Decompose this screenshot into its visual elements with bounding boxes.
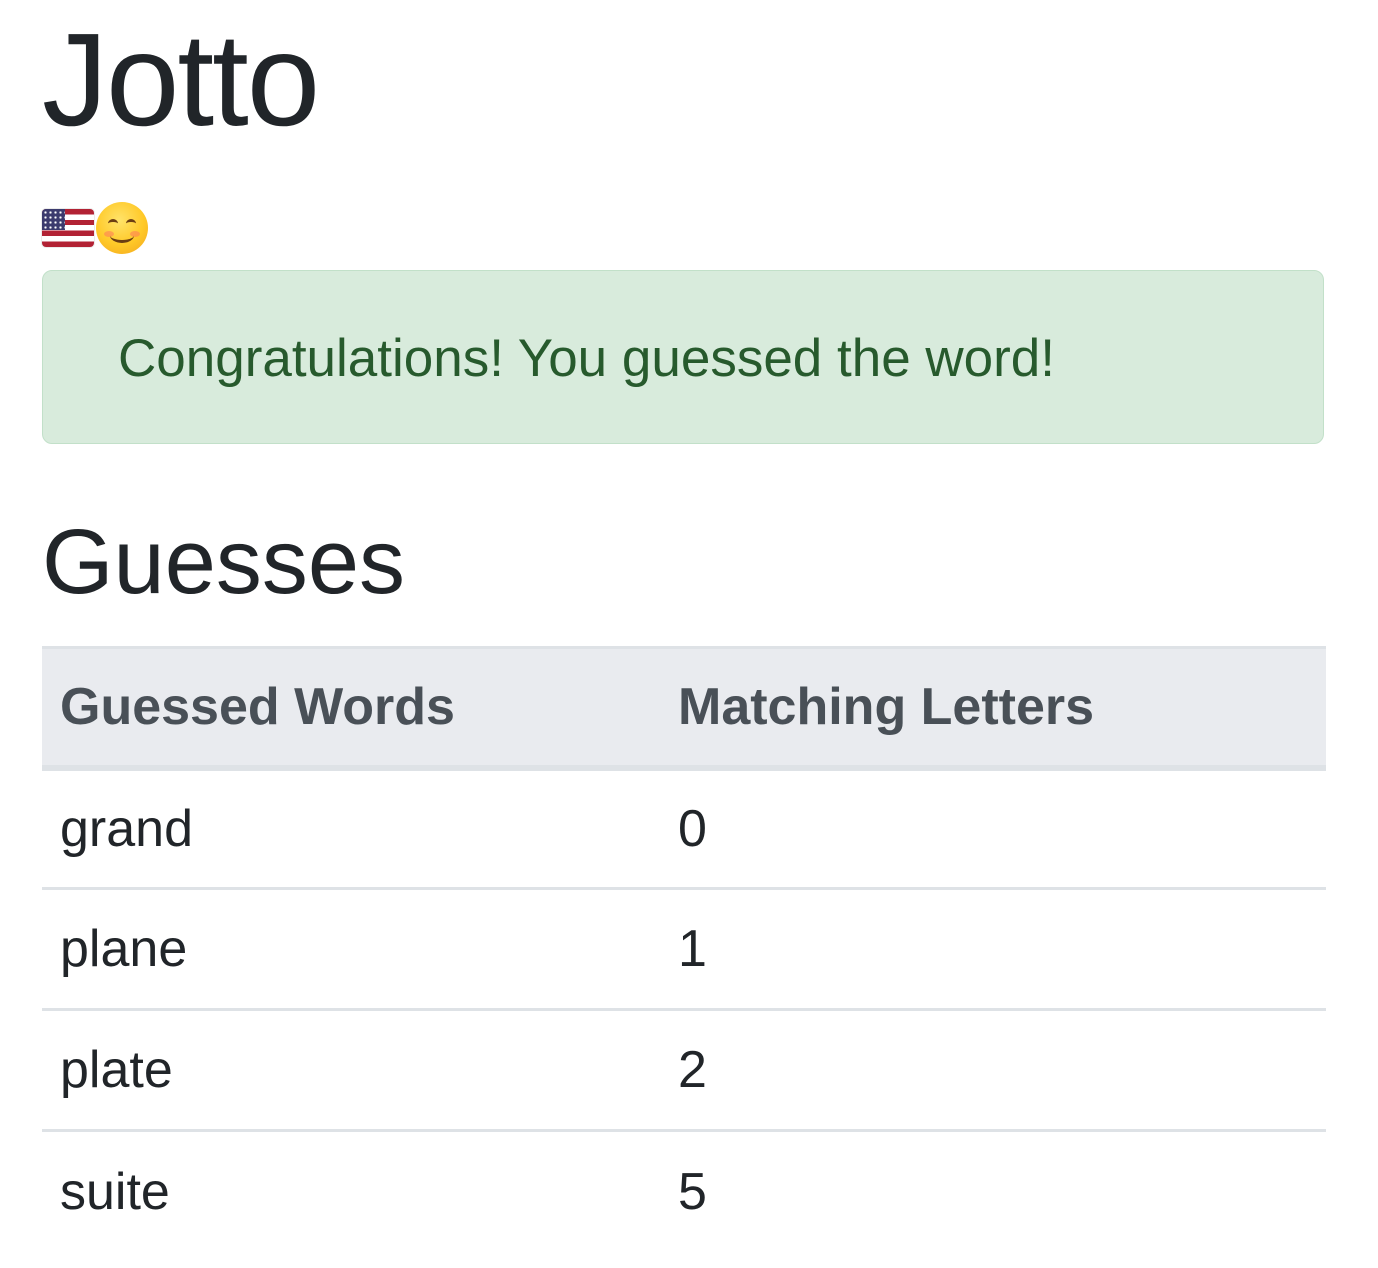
guesses-table: Guessed Words Matching Letters grand 0 p… bbox=[42, 646, 1326, 1252]
matching-letters-cell: 2 bbox=[660, 1009, 1326, 1132]
table-row: plane 1 bbox=[42, 888, 1326, 1011]
flag-canton bbox=[42, 209, 65, 230]
guessed-word-cell: grand bbox=[42, 767, 660, 890]
matching-letters-cell: 0 bbox=[660, 767, 1326, 890]
us-flag-icon[interactable] bbox=[42, 209, 94, 247]
guessed-word-cell: suite bbox=[60, 1162, 170, 1221]
table-row: grand 0 bbox=[42, 767, 1326, 890]
language-picker bbox=[42, 200, 148, 256]
matching-letters-cell: 1 bbox=[660, 888, 1326, 1011]
guesses-heading: Guesses bbox=[42, 511, 406, 613]
matching-letters-cell: 5 bbox=[678, 1162, 707, 1221]
table-row: plate 2 bbox=[42, 1009, 1326, 1132]
table-row: suite 5 bbox=[42, 1131, 1326, 1252]
smile-mouth bbox=[110, 228, 134, 243]
success-message: Congratulations! You guessed the word! bbox=[118, 329, 1055, 388]
success-alert: Congratulations! You guessed the word! bbox=[42, 270, 1324, 444]
page-title: Jotto bbox=[42, 6, 320, 153]
column-header-matching-letters: Matching Letters bbox=[660, 646, 1326, 771]
column-header-guessed-words: Guessed Words bbox=[42, 646, 660, 771]
smiling-face-icon[interactable] bbox=[96, 202, 148, 254]
guessed-word-cell: plane bbox=[42, 888, 660, 1011]
smile-eye-right bbox=[126, 219, 136, 228]
guessed-word-cell: plate bbox=[42, 1009, 660, 1132]
smile-eye-left bbox=[108, 219, 118, 228]
table-header-row: Guessed Words Matching Letters bbox=[42, 646, 1326, 771]
